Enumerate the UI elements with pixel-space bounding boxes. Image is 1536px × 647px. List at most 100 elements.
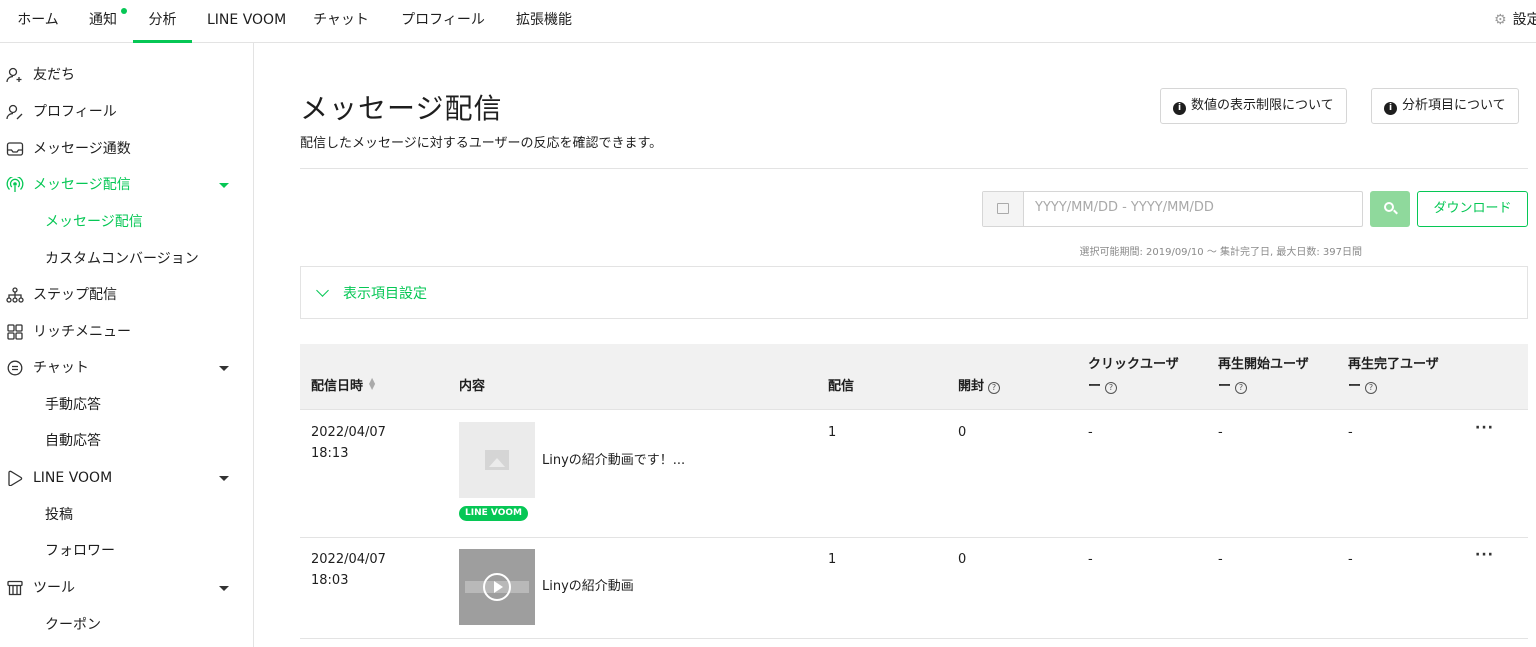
- tab-extensions[interactable]: 拡張機能: [515, 0, 573, 43]
- chevron-down-icon: [316, 284, 329, 297]
- chevron-down-icon: [219, 366, 229, 371]
- voom-icon: [8, 470, 23, 486]
- tab-profile[interactable]: プロフィール: [400, 0, 486, 43]
- display-settings-label: 表示項目設定: [343, 286, 427, 302]
- help-icon[interactable]: ?: [1105, 382, 1118, 394]
- row-opened: 0: [958, 425, 967, 440]
- more-options-icon[interactable]: ···: [1475, 420, 1494, 436]
- sidebar-item-label: クーポン: [45, 617, 101, 633]
- column-header-delivered: 配信: [828, 379, 855, 394]
- chevron-down-icon: [219, 476, 229, 481]
- table-row[interactable]: 2022/04/07 18:03 Linyの紹介動画 1 0 - - - ···: [300, 538, 1528, 639]
- download-button[interactable]: ダウンロード: [1417, 191, 1528, 227]
- notification-dot: [121, 8, 127, 14]
- sidebar-item-broadcast[interactable]: メッセージ配信: [0, 167, 253, 203]
- column-header-opened: 開封?: [958, 376, 1001, 398]
- sort-icon[interactable]: ▲ ▼: [369, 377, 375, 391]
- sidebar-item-label: ツール: [33, 580, 75, 596]
- sidebar-item-rich-menu[interactable]: リッチメニュー: [0, 314, 253, 350]
- column-header-date[interactable]: 配信日時 ▲ ▼: [311, 376, 375, 398]
- sidebar-subitem-auto-reply[interactable]: 自動応答: [0, 423, 253, 459]
- sidebar-item-line-voom[interactable]: LINE VOOM: [0, 460, 253, 496]
- gear-icon: ⚙: [1494, 12, 1507, 28]
- row-delivered: 1: [828, 425, 837, 440]
- sidebar-item-message-count[interactable]: メッセージ通数: [0, 131, 253, 167]
- step-icon: [6, 287, 24, 303]
- header-divider: [300, 168, 1528, 169]
- settings-link[interactable]: ⚙ 設定: [1494, 0, 1536, 40]
- video-thumbnail[interactable]: [459, 549, 535, 625]
- sidebar-item-label: 自動応答: [45, 433, 101, 449]
- chevron-down-icon: [219, 586, 229, 591]
- row-time: 18:03: [311, 573, 349, 588]
- sidebar-item-label: メッセージ配信: [33, 177, 131, 193]
- row-date: 2022/04/07: [311, 425, 386, 440]
- table-header: 配信日時 ▲ ▼ 内容 配信 開封? クリックユーザ ー? 再生開始ユーザ ー? 再…: [300, 344, 1528, 410]
- row-content-text[interactable]: Linyの紹介動画です！...: [542, 450, 685, 471]
- help-icon[interactable]: ?: [1365, 382, 1378, 394]
- sidebar-item-label: フォロワー: [45, 543, 115, 559]
- chat-icon: [7, 360, 23, 376]
- sidebar-item-label: プロフィール: [33, 104, 117, 120]
- row-time: 18:13: [311, 446, 349, 461]
- column-header-opened-label: 開封: [958, 379, 985, 394]
- sidebar-subitem-custom-conversion[interactable]: カスタムコンバージョン: [0, 241, 253, 277]
- tab-chat[interactable]: チャット: [312, 0, 370, 43]
- sidebar: 友だち プロフィール メッセージ通数 メッセージ配信 メッセージ配信 カスタムコ…: [0, 43, 254, 647]
- column-header-play-complete-users: 再生完了ユーザ ー?: [1348, 354, 1439, 398]
- more-options-icon[interactable]: ···: [1475, 547, 1494, 563]
- column-header-click-users-line2: ー: [1088, 379, 1102, 394]
- tab-analytics[interactable]: 分析: [133, 0, 192, 43]
- sidebar-item-friends[interactable]: 友だち: [0, 57, 253, 93]
- grid-icon: [7, 324, 23, 340]
- info-icon: i: [1384, 102, 1397, 115]
- column-header-date-label: 配信日時: [311, 379, 364, 394]
- sidebar-item-chat[interactable]: チャット: [0, 350, 253, 386]
- help-icon[interactable]: ?: [1235, 382, 1248, 394]
- search-button[interactable]: [1370, 191, 1410, 227]
- sidebar-item-profile[interactable]: プロフィール: [0, 94, 253, 130]
- profile-icon: [6, 104, 23, 120]
- analysis-items-button[interactable]: i 分析項目について: [1371, 88, 1519, 124]
- row-content-text[interactable]: Linyの紹介動画: [542, 576, 634, 597]
- sidebar-item-label: カスタムコンバージョン: [45, 251, 199, 267]
- sidebar-subitem-broadcast[interactable]: メッセージ配信: [0, 204, 253, 240]
- sidebar-item-label: メッセージ通数: [33, 141, 131, 157]
- row-opened: 0: [958, 552, 967, 567]
- sidebar-subitem-posts[interactable]: 投稿: [0, 497, 253, 533]
- date-range-picker[interactable]: [982, 191, 1363, 227]
- sidebar-item-step-delivery[interactable]: ステップ配信: [0, 277, 253, 313]
- sidebar-item-label: 手動応答: [45, 397, 101, 413]
- sidebar-subitem-manual-reply[interactable]: 手動応答: [0, 387, 253, 423]
- sidebar-subitem-coupons[interactable]: クーポン: [0, 607, 253, 643]
- tab-line-voom[interactable]: LINE VOOM: [207, 0, 286, 43]
- sidebar-item-label: チャット: [33, 360, 89, 376]
- sidebar-item-tools[interactable]: ツール: [0, 570, 253, 606]
- sidebar-item-label: 投稿: [45, 507, 73, 523]
- table-row[interactable]: 2022/04/07 18:13 LINE VOOM Linyの紹介動画です！.…: [300, 410, 1528, 538]
- row-date: 2022/04/07: [311, 552, 386, 567]
- sidebar-subitem-followers[interactable]: フォロワー: [0, 533, 253, 569]
- column-header-play-start-line1: 再生開始ユーザ: [1218, 357, 1309, 372]
- tab-home[interactable]: ホーム: [16, 0, 60, 43]
- row-play-complete: -: [1348, 552, 1353, 567]
- display-limit-button[interactable]: i 数値の表示制限について: [1160, 88, 1347, 124]
- sidebar-item-label: リッチメニュー: [33, 324, 131, 340]
- column-header-click-users-line1: クリックユーザ: [1088, 357, 1179, 372]
- page-title: メッセージ配信: [300, 92, 503, 125]
- image-thumbnail[interactable]: [459, 422, 535, 498]
- column-header-play-start-line2: ー: [1218, 379, 1232, 394]
- sidebar-item-label: ステップ配信: [33, 287, 117, 303]
- row-play-start: -: [1218, 552, 1223, 567]
- column-header-play-complete-line1: 再生完了ユーザ: [1348, 357, 1439, 372]
- row-click-users: -: [1088, 552, 1093, 567]
- info-icon: i: [1173, 102, 1186, 115]
- add-friend-icon: [6, 67, 22, 83]
- tab-notifications[interactable]: 通知: [88, 0, 118, 43]
- sidebar-item-label: メッセージ配信: [45, 214, 143, 230]
- date-range-input[interactable]: [1035, 200, 1335, 215]
- row-play-complete: -: [1348, 425, 1353, 440]
- display-settings-toggle[interactable]: 表示項目設定: [300, 266, 1528, 319]
- help-icon[interactable]: ?: [988, 382, 1001, 394]
- calendar-icon[interactable]: [983, 192, 1024, 226]
